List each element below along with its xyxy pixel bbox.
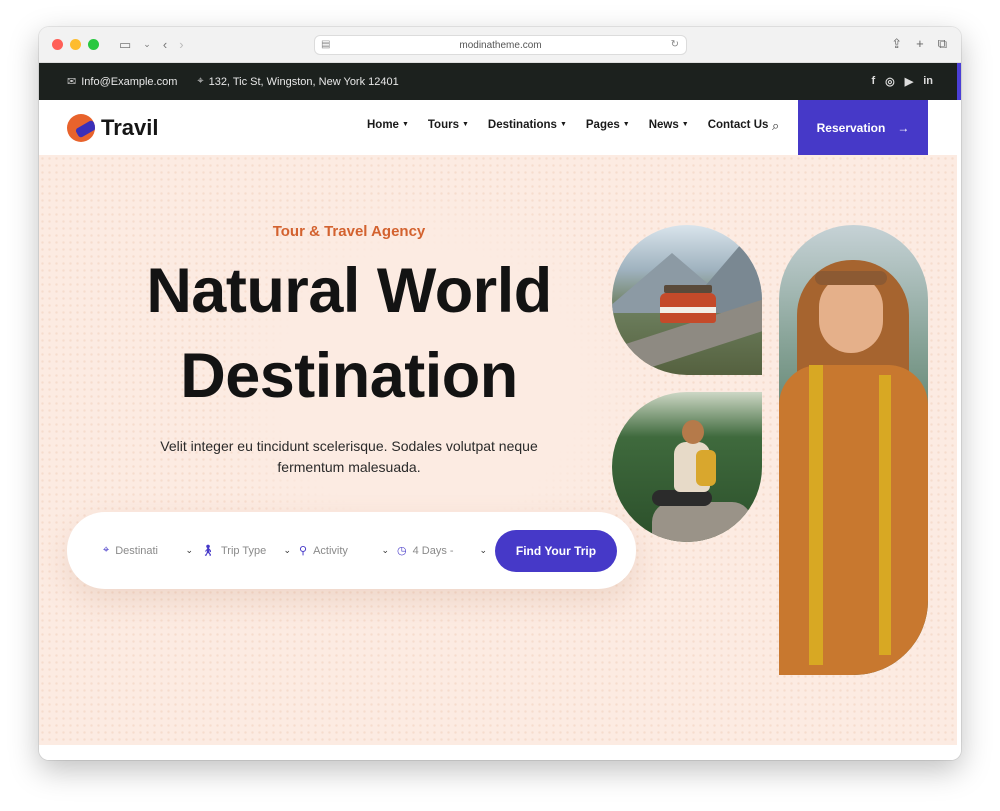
- new-tab-icon[interactable]: +: [916, 36, 924, 52]
- address-bar[interactable]: ▤ modinatheme.com ↻: [314, 35, 687, 55]
- main-navbar: Travil Home ▼ Tours ▼ Destinations ▼ Pages ▼…: [39, 100, 961, 155]
- browser-chrome: ▭ ⌄ ‹ › ▤ modinatheme.com ↻ ⇪ + ⧉: [39, 27, 961, 63]
- page-bottom-strip: [39, 745, 961, 760]
- facebook-icon[interactable]: f: [871, 75, 875, 88]
- strap-shape: [879, 375, 891, 655]
- chevron-down-icon: ⌄: [185, 545, 193, 555]
- map-pin-icon: ⌖: [103, 544, 110, 556]
- nav-item-pages[interactable]: Pages ▼: [586, 119, 630, 131]
- linkedin-icon[interactable]: in: [923, 75, 933, 88]
- caret-down-icon: ▼: [622, 121, 630, 128]
- back-icon[interactable]: ‹: [163, 37, 167, 52]
- youtube-icon[interactable]: ▶: [905, 75, 913, 88]
- chevron-down-icon[interactable]: ⌄: [143, 39, 151, 50]
- clock-icon: ◷: [397, 545, 407, 557]
- destination-select[interactable]: ⌖ Destinati ⌄: [103, 544, 201, 557]
- strap-shape: [809, 365, 823, 665]
- head-shape: [682, 420, 704, 444]
- close-window-button[interactable]: [52, 39, 63, 50]
- jacket-shape: [779, 365, 928, 675]
- hero-eyebrow: Tour & Travel Agency: [272, 223, 426, 240]
- tabs-overview-icon[interactable]: ⧉: [938, 36, 947, 52]
- browser-window: ▭ ⌄ ‹ › ▤ modinatheme.com ↻ ⇪ + ⧉ ✉ Info…: [39, 27, 961, 760]
- browser-nav-controls: ▭ ⌄ ‹ ›: [119, 37, 184, 53]
- trip-type-placeholder: Trip Type: [220, 544, 267, 557]
- logo-text: Travil: [101, 114, 159, 140]
- chevron-down-icon: ⌄: [479, 545, 487, 555]
- chevron-down-icon: ⌄: [381, 545, 389, 555]
- trip-type-select[interactable]: 🚶︎ Trip Type ⌄: [201, 544, 299, 558]
- nav-item-contact[interactable]: Contact Us: [708, 119, 769, 131]
- browser-actions: ⇪ + ⧉: [891, 36, 947, 52]
- forward-icon[interactable]: ›: [179, 37, 183, 52]
- destination-placeholder: Destinati: [115, 544, 158, 557]
- share-icon[interactable]: ⇪: [891, 36, 902, 52]
- instagram-icon[interactable]: ◎: [885, 75, 895, 88]
- arrow-right-icon: →: [897, 120, 910, 135]
- hero-section: Tour & Travel Agency Natural World Desti…: [39, 155, 957, 745]
- window-controls: [52, 39, 99, 50]
- sidebar-toggle-icon[interactable]: ▭: [119, 37, 131, 53]
- chevron-down-icon: ⌄: [283, 545, 291, 555]
- caret-down-icon: ▼: [401, 121, 409, 128]
- social-links: f ◎ ▶ in: [871, 75, 933, 88]
- caret-down-icon: ▼: [681, 121, 689, 128]
- hero-title-line-1: Natural World: [146, 256, 552, 326]
- activity-placeholder: Activity: [313, 544, 348, 557]
- trip-search-bar: ⌖ Destinati ⌄ 🚶︎ Trip Type ⌄ ⚲ Activity …: [67, 512, 636, 589]
- hero-description: Velit integer eu tincidunt scelerisque. …: [160, 438, 538, 475]
- headband-shape: [815, 271, 887, 285]
- face-shape: [819, 275, 883, 353]
- duration-select[interactable]: ◷ 4 Days - ⌄: [397, 544, 495, 558]
- email-text[interactable]: Info@Example.com: [81, 76, 177, 88]
- minimize-window-button[interactable]: [70, 39, 81, 50]
- search-icon[interactable]: ⌕: [772, 118, 779, 134]
- activity-select[interactable]: ⚲ Activity ⌄: [299, 544, 397, 558]
- hiker-icon: 🚶︎: [201, 545, 215, 557]
- nav-item-tours[interactable]: Tours ▼: [428, 119, 469, 131]
- bicycle-icon: ⚲: [299, 545, 308, 557]
- nav-item-home[interactable]: Home ▼: [367, 119, 409, 131]
- hero-title-line-2: Destination: [180, 341, 518, 411]
- address-text: 132, Tic St, Wingston, New York 12401: [208, 75, 399, 88]
- rock-shape: [652, 502, 752, 542]
- backpack-shape: [696, 450, 716, 486]
- nav-item-news[interactable]: News ▼: [649, 119, 689, 131]
- contact-topbar: ✉ Info@Example.com ⌖ 132, Tic St, Wingst…: [39, 63, 961, 100]
- campervan-road-image: [612, 225, 762, 375]
- hiker-on-rock-image: [612, 392, 762, 542]
- page-icon: ▤: [321, 39, 331, 50]
- url-text: modinatheme.com: [459, 39, 542, 51]
- site-logo[interactable]: Travil: [67, 113, 159, 142]
- van-shape: [660, 285, 716, 323]
- reservation-label: Reservation: [816, 120, 886, 135]
- caret-down-icon: ▼: [559, 121, 567, 128]
- nav-item-destinations[interactable]: Destinations ▼: [488, 119, 567, 131]
- envelope-icon: ✉: [67, 76, 77, 88]
- email-info[interactable]: ✉ Info@Example.com: [67, 75, 177, 89]
- duration-placeholder: 4 Days -: [412, 544, 454, 557]
- nav-menu: Home ▼ Tours ▼ Destinations ▼ Pages ▼ News ▼ …: [367, 119, 768, 131]
- reservation-button[interactable]: Reservation →: [798, 100, 928, 155]
- logo-mark-icon: [67, 113, 95, 142]
- smiling-traveler-image: [779, 225, 928, 675]
- caret-down-icon: ▼: [461, 121, 469, 128]
- find-trip-button[interactable]: Find Your Trip: [495, 529, 617, 572]
- map-pin-icon: ⌖: [197, 75, 204, 87]
- reload-icon[interactable]: ↻: [671, 39, 679, 50]
- legs-shape: [652, 490, 712, 506]
- address-info: ⌖ 132, Tic St, Wingston, New York 12401: [197, 75, 398, 88]
- maximize-window-button[interactable]: [88, 39, 99, 50]
